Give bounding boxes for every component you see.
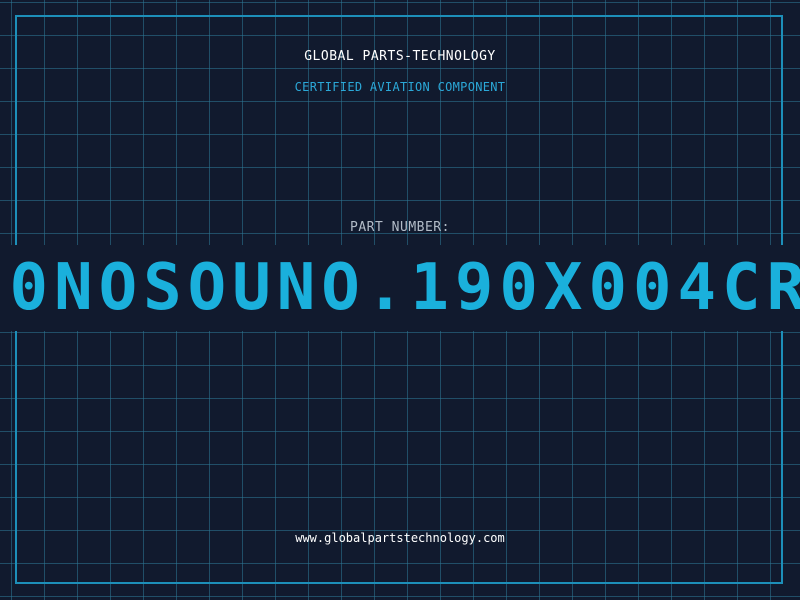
brand-title: GLOBAL PARTS-TECHNOLOGY xyxy=(304,49,496,64)
website-url: www.globalpartstechnology.com xyxy=(295,531,505,545)
part-number-label: PART NUMBER: xyxy=(350,220,450,235)
part-number-band: 70NOSOUNO.190X004CR xyxy=(0,245,800,331)
part-number-value: 70NOSOUNO.190X004CR xyxy=(0,251,800,325)
certification-subtitle: CERTIFIED AVIATION COMPONENT xyxy=(294,80,506,94)
